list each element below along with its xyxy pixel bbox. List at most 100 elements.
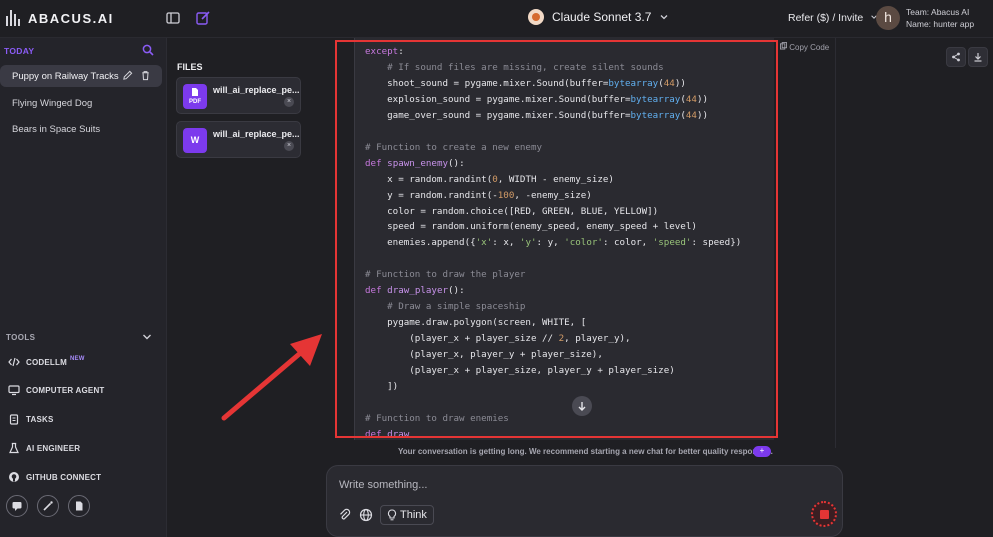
- message-input[interactable]: [339, 479, 739, 491]
- sidebar: TODAY Puppy on Railway Tracks Flying Win…: [0, 38, 167, 537]
- clipboard-icon: [9, 414, 19, 425]
- sidebar-quick-actions: [6, 495, 90, 517]
- sidebar-toggle-icon[interactable]: [165, 10, 181, 26]
- copy-icon: [780, 42, 787, 50]
- think-toggle[interactable]: Think: [380, 505, 434, 525]
- magic-wand-icon: [43, 501, 53, 511]
- tool-label: GITHUB CONNECT: [26, 472, 102, 482]
- search-icon[interactable]: [142, 44, 154, 56]
- team-line: Team: Abacus AI: [906, 7, 970, 17]
- chevron-down-icon: [660, 15, 668, 20]
- model-name: Claude Sonnet 3.7: [552, 10, 652, 24]
- file-name: will_ai_replace_pe...: [213, 85, 300, 95]
- new-chat-badge[interactable]: +: [753, 446, 771, 457]
- code-line: (player_x, player_y + player_size),: [365, 349, 603, 361]
- section-today: TODAY: [4, 46, 35, 56]
- new-badge: NEW: [69, 356, 85, 362]
- tool-github-connect[interactable]: GITHUB CONNECT: [8, 471, 101, 483]
- code-line: def draw: [365, 428, 410, 440]
- download-icon: [974, 53, 982, 62]
- code-line: def draw_player():: [365, 285, 465, 297]
- scroll-down-button[interactable]: [572, 396, 592, 416]
- code-line: except:: [365, 46, 404, 57]
- code-line: speed = random.uniform(enemy_speed, enem…: [365, 221, 697, 233]
- tool-label: AI ENGINEER: [26, 443, 81, 453]
- code-line: game_over_sound = pygame.mixer.Sound(buf…: [365, 109, 709, 121]
- code-line: # If sound files are missing, create sil…: [365, 61, 664, 73]
- quick-action-button[interactable]: [68, 495, 90, 517]
- model-selector[interactable]: Claude Sonnet 3.7: [528, 9, 669, 25]
- pdf-file-icon: PDF: [183, 84, 207, 109]
- refer-invite-button[interactable]: Refer ($) / Invite: [788, 12, 878, 24]
- tool-codellm[interactable]: CODELLM NEW: [8, 356, 85, 368]
- file-card[interactable]: W will_ai_replace_pe... ×: [176, 121, 301, 158]
- code-content[interactable]: except: # If sound files are missing, cr…: [365, 44, 741, 440]
- remove-file-button[interactable]: ×: [284, 97, 294, 107]
- new-chat-icon[interactable]: [195, 10, 211, 26]
- chat-item[interactable]: Flying Winged Dog: [12, 98, 92, 109]
- attach-icon[interactable]: [338, 508, 352, 522]
- team-info: Team: Abacus AI Name: hunter app: [906, 6, 974, 30]
- stop-generation-button[interactable]: [811, 501, 837, 527]
- file-card[interactable]: PDF will_ai_replace_pe... ×: [176, 77, 301, 114]
- word-file-icon: W: [183, 128, 207, 153]
- edit-icon[interactable]: [122, 70, 133, 81]
- trash-icon[interactable]: [140, 70, 151, 81]
- claude-logo-icon: [528, 9, 544, 25]
- chat-bubble-icon: [12, 502, 22, 511]
- code-line: # Function to draw enemies: [365, 412, 509, 424]
- lightbulb-icon: [387, 509, 397, 521]
- top-bar: ABACUS.AI Claude Sonnet 3.7 Refer ($) / …: [0, 0, 993, 38]
- code-icon: [8, 357, 20, 367]
- globe-icon[interactable]: [359, 508, 373, 522]
- arrow-down-icon: [578, 402, 586, 411]
- file-type: W: [190, 135, 200, 145]
- code-line: # Function to create a new enemy: [365, 141, 543, 153]
- remove-file-button[interactable]: ×: [284, 141, 294, 151]
- code-line: def spawn_enemy():: [365, 157, 465, 169]
- long-conversation-notice: Your conversation is getting long. We re…: [398, 447, 773, 456]
- code-line: (player_x + player_size // 2, player_y),: [365, 333, 631, 345]
- chat-item-active[interactable]: Puppy on Railway Tracks: [0, 65, 162, 87]
- copy-code-button[interactable]: Copy Code: [780, 42, 829, 52]
- monitor-icon: [8, 385, 20, 396]
- code-line: ]): [365, 381, 399, 393]
- tool-label: CODELLM: [26, 357, 67, 367]
- quick-action-button[interactable]: [6, 495, 28, 517]
- abacus-logo-icon: [6, 10, 22, 26]
- app-window: ABACUS.AI Claude Sonnet 3.7 Refer ($) / …: [0, 0, 993, 537]
- avatar[interactable]: h: [876, 6, 900, 30]
- tool-computer-agent[interactable]: COMPUTER AGENT: [8, 384, 105, 396]
- tool-tasks[interactable]: TASKS: [8, 413, 54, 425]
- document-icon: [76, 501, 83, 511]
- code-line: y = random.randint(-100, -enemy_size): [365, 189, 592, 201]
- tool-label: COMPUTER AGENT: [26, 385, 105, 395]
- think-label: Think: [400, 509, 427, 521]
- github-icon: [9, 472, 19, 482]
- quick-action-button[interactable]: [37, 495, 59, 517]
- tools-label: TOOLS: [6, 333, 36, 342]
- copy-code-label: Copy Code: [789, 43, 830, 52]
- share-button[interactable]: [946, 47, 966, 67]
- chat-item[interactable]: Bears in Space Suits: [12, 124, 100, 135]
- logo[interactable]: ABACUS.AI: [6, 10, 114, 26]
- annotation-arrow-icon: [221, 334, 322, 421]
- code-line: pygame.draw.polygon(screen, WHITE, [: [365, 317, 587, 329]
- code-line: explosion_sound = pygame.mixer.Sound(buf…: [365, 93, 709, 105]
- download-button[interactable]: [968, 47, 988, 67]
- code-block[interactable]: except: # If sound files are missing, cr…: [354, 38, 774, 440]
- tool-ai-engineer[interactable]: AI ENGINEER: [8, 442, 80, 454]
- chevron-down-icon[interactable]: [142, 332, 152, 342]
- tool-label: TASKS: [26, 414, 54, 424]
- code-line: x = random.randint(0, WIDTH - enemy_size…: [365, 173, 614, 185]
- flask-icon: [9, 442, 19, 454]
- message-composer: Think: [326, 465, 843, 537]
- chat-item-label: Puppy on Railway Tracks: [12, 71, 119, 82]
- code-line: # Function to draw the player: [365, 269, 526, 281]
- logo-text: ABACUS.AI: [28, 10, 114, 26]
- divider: [835, 38, 836, 448]
- files-title: FILES: [177, 62, 203, 72]
- code-line: enemies.append({'x': x, 'y': y, 'color':…: [365, 237, 742, 249]
- code-line: (player_x + player_size, player_y + play…: [365, 365, 675, 377]
- name-line: Name: hunter app: [906, 19, 975, 29]
